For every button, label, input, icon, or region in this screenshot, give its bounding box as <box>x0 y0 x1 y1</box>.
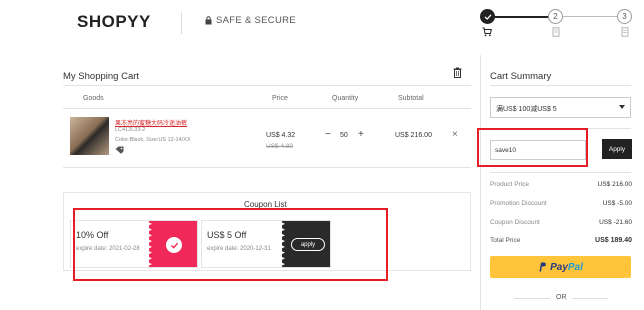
trash-icon[interactable] <box>453 67 462 78</box>
coupon-highlight-box <box>73 208 388 281</box>
apply-promo-button[interactable]: Apply <box>602 139 632 159</box>
step-3-circle: 3 <box>617 9 632 24</box>
product-price-value: US$ 216.00 <box>597 181 632 188</box>
lock-icon <box>205 16 212 25</box>
promotion-select-value: 满US$ 100减US$ 5 <box>496 106 557 113</box>
qty-plus-button[interactable]: + <box>358 129 364 140</box>
or-text: OR <box>556 294 567 301</box>
col-subtotal: Subtotal <box>398 95 424 102</box>
product-price-label: Product Price <box>490 181 530 188</box>
product-subtotal: US$ 216.00 <box>395 132 432 139</box>
paypal-text-pay: Pay <box>550 261 568 273</box>
promotion-discount-value: US$ -5.00 <box>602 200 632 207</box>
remove-item-button[interactable]: × <box>452 129 458 140</box>
cart-title: My Shopping Cart <box>63 71 140 82</box>
cart-divider-head <box>63 108 471 109</box>
summary-divider-3 <box>490 172 631 173</box>
product-name-link[interactable]: 果冻亮的蜜糖大码冷迷油裤 <box>115 118 187 127</box>
promotion-select[interactable]: 满US$ 100减US$ 5 <box>490 97 631 118</box>
paypal-text-pal: Pal <box>567 261 583 273</box>
product-sku: LC412L33-2 <box>115 127 146 133</box>
receipt-icon <box>621 27 629 37</box>
col-price: Price <box>272 95 288 102</box>
col-goods: Goods <box>83 95 104 102</box>
cart-icon <box>482 27 492 37</box>
summary-divider <box>490 85 631 86</box>
or-divider-left <box>514 298 550 299</box>
product-image[interactable] <box>70 117 109 155</box>
cart-divider-top <box>63 85 471 86</box>
tag-icon[interactable] <box>115 146 124 154</box>
check-icon <box>484 13 491 20</box>
store-logo[interactable]: SHOPYY <box>77 12 151 32</box>
document-icon <box>552 27 560 37</box>
cart-summary-title: Cart Summary <box>490 71 552 82</box>
secure-label: SAFE & SECURE <box>216 15 296 26</box>
coupon-discount-value: US$ -21.60 <box>599 219 632 226</box>
qty-minus-button[interactable]: − <box>325 129 331 140</box>
promotion-discount-label: Promotion Discount <box>490 200 547 207</box>
product-attributes: Color:Black, Size:US 12-14/XX <box>115 137 191 143</box>
step-1-circle <box>480 9 495 24</box>
coupon-discount-label: Coupon Discount <box>490 219 540 226</box>
column-divider <box>480 55 481 310</box>
secure-badge: SAFE & SECURE <box>205 15 296 26</box>
col-quantity: Quantity <box>332 95 359 102</box>
cart-divider-bottom <box>63 167 471 168</box>
product-old-price: US$ 4.80 <box>266 143 294 150</box>
total-price-label: Total Price <box>490 237 521 244</box>
promo-highlight-box <box>477 128 588 167</box>
step-2-circle: 2 <box>548 9 563 24</box>
paypal-logo-icon <box>539 262 546 272</box>
qty-value[interactable]: 50 <box>340 132 348 139</box>
step-progress-pending <box>556 16 624 17</box>
paypal-button[interactable]: PayPal <box>490 256 631 278</box>
total-price-value: US$ 189.40 <box>595 237 632 244</box>
header-divider <box>181 12 182 34</box>
chevron-down-icon <box>619 105 625 109</box>
step-progress-done <box>488 16 556 18</box>
or-divider-right <box>572 298 608 299</box>
product-price: US$ 4.32 <box>266 132 296 139</box>
